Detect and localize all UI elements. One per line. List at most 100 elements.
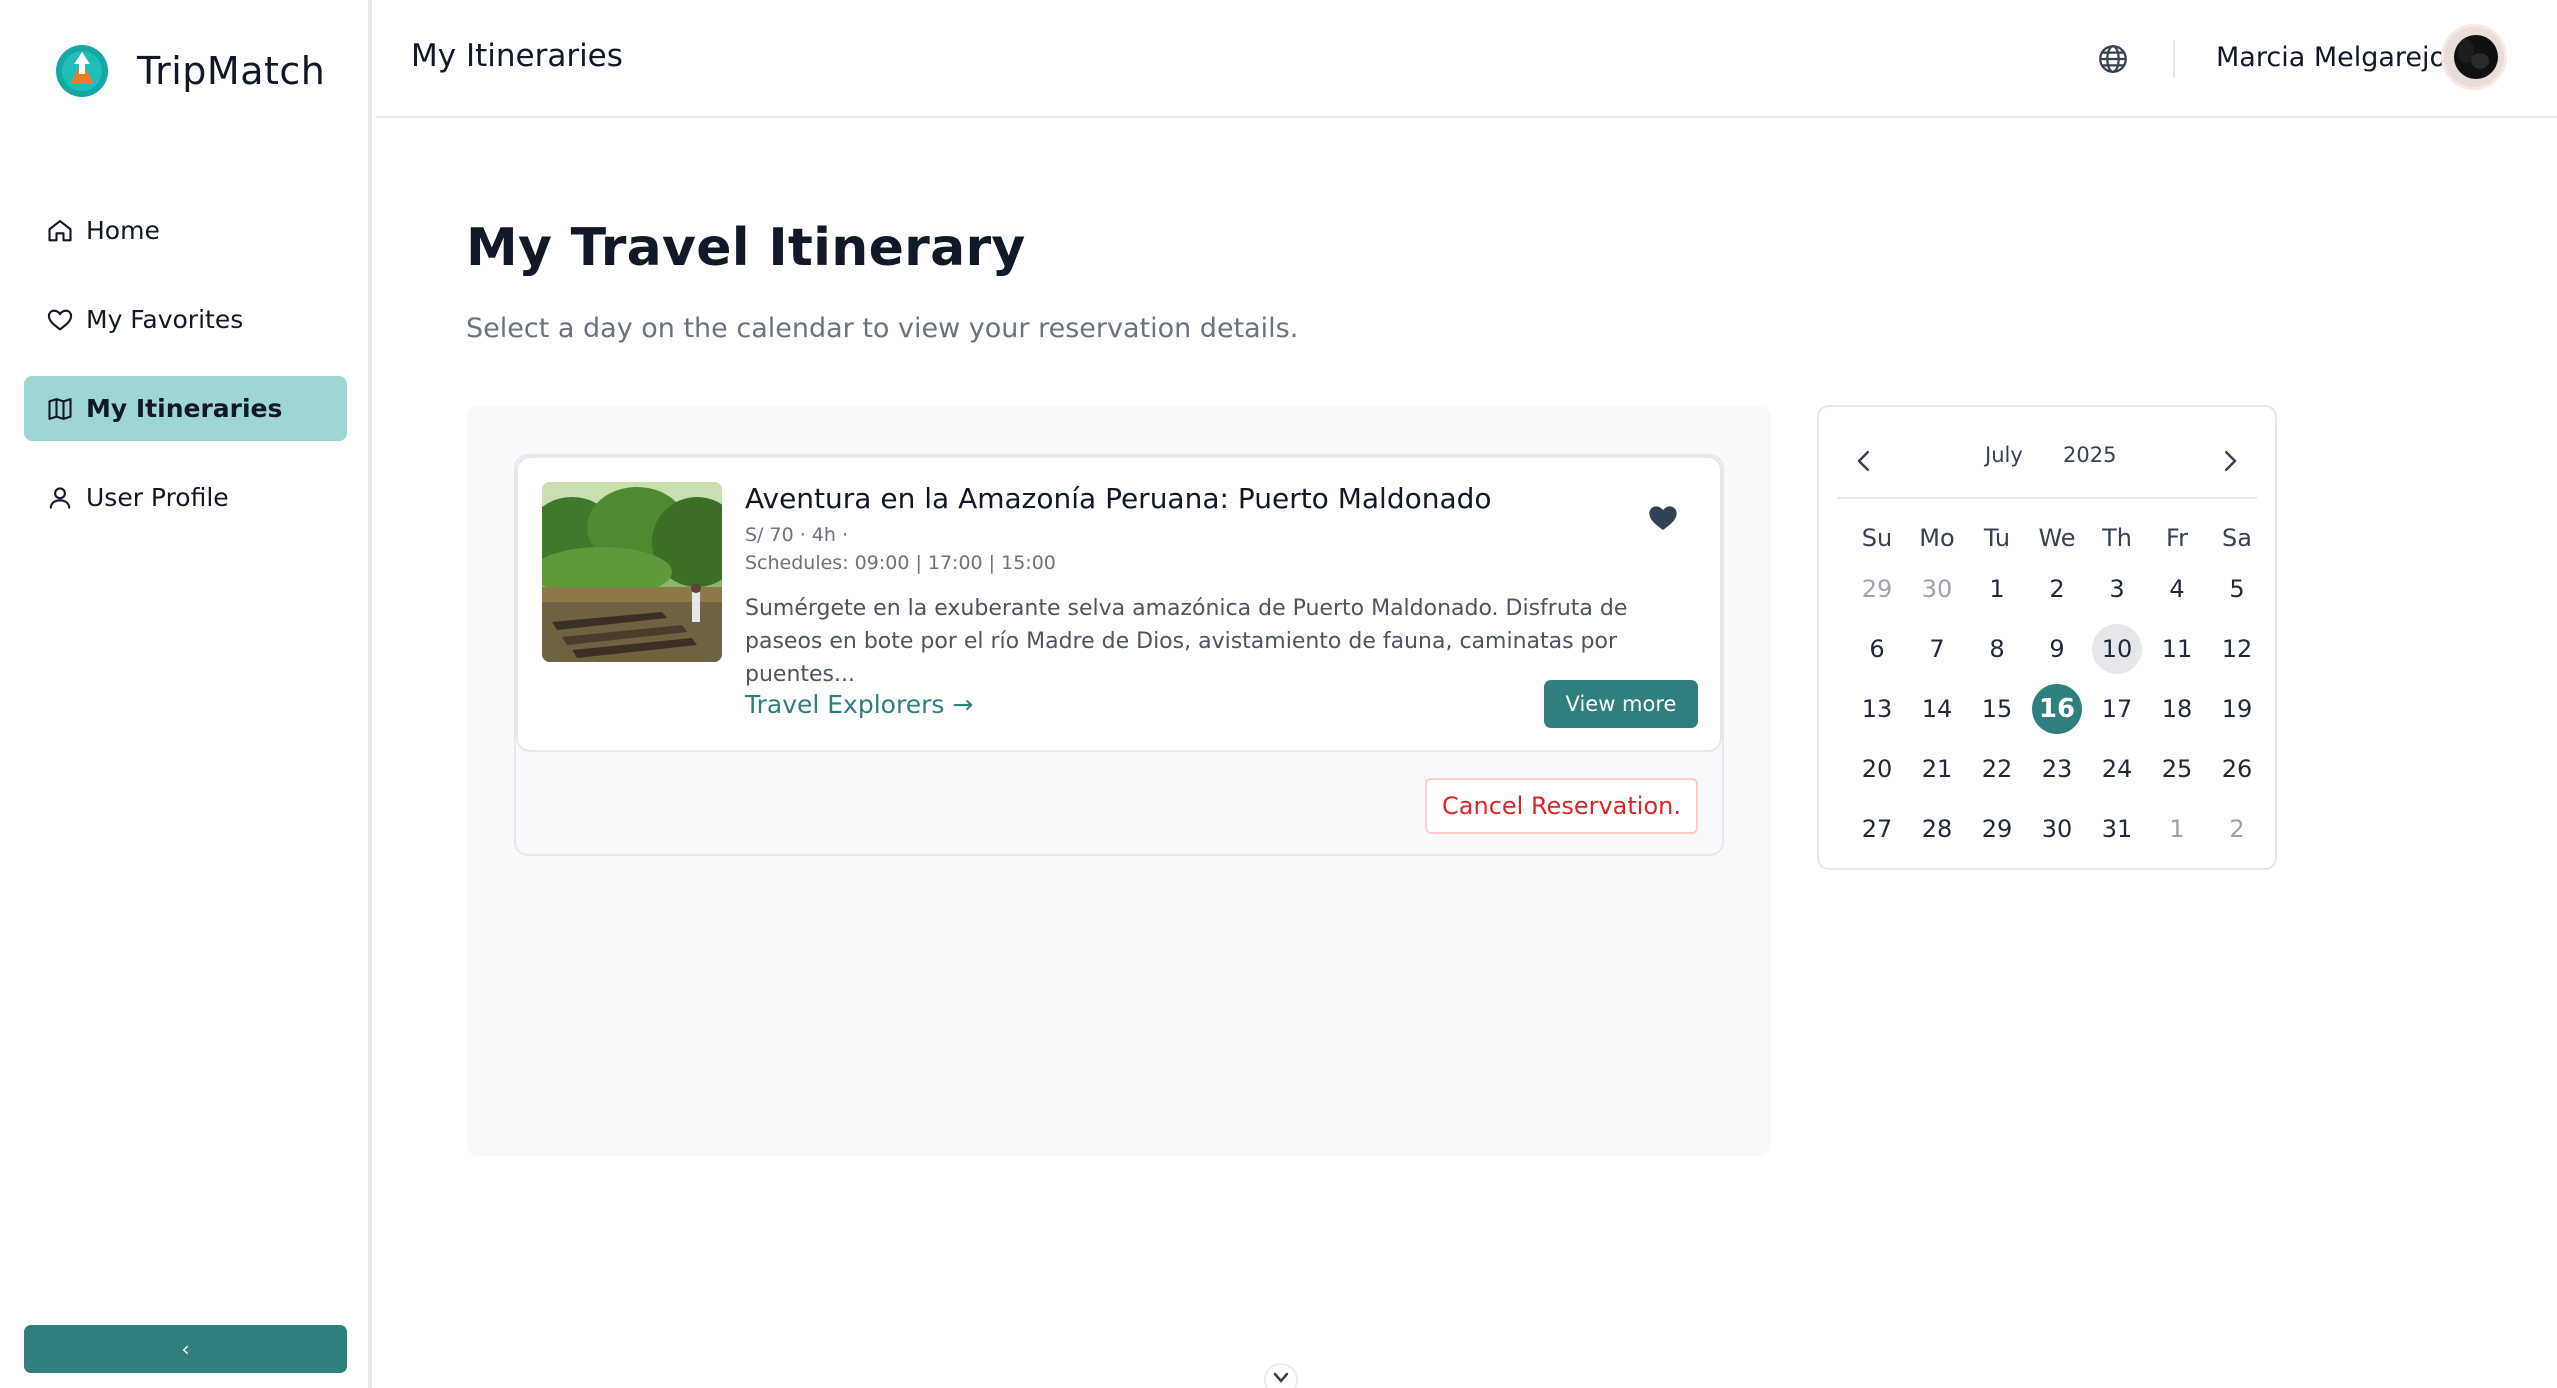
calendar-day[interactable]: 1 (2147, 799, 2207, 859)
calendar-day[interactable]: 10 (2087, 619, 2147, 679)
app-name: TripMatch (137, 49, 326, 93)
calendar-day[interactable]: 22 (1967, 739, 2027, 799)
calendar-day-number: 16 (2032, 684, 2082, 734)
calendar-day-number: 19 (2221, 695, 2253, 723)
calendar-day[interactable]: 19 (2207, 679, 2267, 739)
sidebar-nav: Home My Favorites My Itineraries User Pr… (24, 198, 347, 554)
calendar-day[interactable]: 9 (2027, 619, 2087, 679)
calendar-day-number: 10 (2092, 624, 2142, 674)
calendar-day-number: 5 (2229, 575, 2245, 603)
calendar-day[interactable]: 17 (2087, 679, 2147, 739)
calendar-day[interactable]: 26 (2207, 739, 2267, 799)
jungle-river-illustration (542, 482, 722, 662)
calendar-day[interactable]: 4 (2147, 559, 2207, 619)
calendar-day[interactable]: 30 (1907, 559, 1967, 619)
logo-icon (56, 45, 108, 97)
weekday-header: Tu (1983, 524, 2011, 552)
tour-title[interactable]: Aventura en la Amazonía Peruana: Puerto … (745, 482, 1492, 515)
calendar-day[interactable]: 18 (2147, 679, 2207, 739)
calendar-day-number: 14 (1921, 695, 1953, 723)
calendar-day-number: 18 (2161, 695, 2193, 723)
calendar-day-number: 20 (1861, 755, 1893, 783)
calendar-day[interactable]: 2 (2207, 799, 2267, 859)
heart-icon (47, 309, 73, 330)
calendar-day[interactable]: 1 (1967, 559, 2027, 619)
calendar-day[interactable]: 6 (1847, 619, 1907, 679)
avatar-image (2444, 27, 2504, 87)
calendar-day[interactable]: 30 (2027, 799, 2087, 859)
sidebar-item-profile[interactable]: User Profile (24, 465, 347, 530)
tour-meta: S/ 70 · 4h · (745, 524, 849, 546)
user-name[interactable]: Marcia Melgarejo (2216, 42, 2446, 73)
avatar[interactable] (2441, 24, 2507, 90)
page-subtitle: Select a day on the calendar to view you… (466, 313, 1299, 344)
brand[interactable]: TripMatch (55, 44, 325, 98)
calendar-month[interactable]: July (1985, 443, 2023, 467)
header-divider (2173, 40, 2175, 78)
sidebar-item-label: User Profile (86, 483, 229, 512)
calendar-day[interactable]: 29 (1847, 559, 1907, 619)
calendar-day-number: 22 (1981, 755, 2013, 783)
calendar-day-number: 29 (1981, 815, 2013, 843)
calendar-day[interactable]: 8 (1967, 619, 2027, 679)
calendar-year[interactable]: 2025 (2063, 443, 2116, 467)
calendar-day[interactable]: 11 (2147, 619, 2207, 679)
cancel-reservation-button[interactable]: Cancel Reservation. (1425, 778, 1698, 834)
sidebar-item-favorites[interactable]: My Favorites (24, 287, 347, 352)
calendar-day[interactable]: 29 (1967, 799, 2027, 859)
weekday-header: Su (1861, 524, 1893, 552)
calendar-day-number: 3 (2109, 575, 2125, 603)
calendar-day-number: 30 (1921, 575, 1953, 603)
tour-description: Sumérgete en la exuberante selva amazóni… (745, 596, 1628, 687)
calendar-day[interactable]: 15 (1967, 679, 2027, 739)
calendar-day-number: 6 (1869, 635, 1885, 663)
calendar-day-number: 1 (1989, 575, 2005, 603)
tour-card: Aventura en la Amazonía Peruana: Puerto … (516, 456, 1722, 752)
calendar-day[interactable]: 28 (1907, 799, 1967, 859)
calendar-day[interactable]: 13 (1847, 679, 1907, 739)
calendar-day[interactable]: 2 (2027, 559, 2087, 619)
tour-schedules: Schedules: 09:00 | 17:00 | 15:00 (745, 552, 1056, 574)
calendar-day[interactable]: 12 (2207, 619, 2267, 679)
collapse-sidebar-button[interactable]: ‹ (24, 1325, 347, 1373)
calendar-day[interactable]: 7 (1907, 619, 1967, 679)
sidebar-item-itineraries[interactable]: My Itineraries (24, 376, 347, 441)
reservation-item: Aventura en la Amazonía Peruana: Puerto … (514, 454, 1724, 856)
sidebar-item-label: My Favorites (86, 305, 244, 334)
calendar-day[interactable]: 21 (1907, 739, 1967, 799)
calendar-divider (1837, 497, 2257, 499)
chevron-left-icon[interactable] (1849, 443, 1879, 479)
calendar-day-number: 31 (2101, 815, 2133, 843)
sidebar-item-label: Home (86, 216, 160, 245)
calendar-day-number: 9 (2049, 635, 2065, 663)
calendar-day-number: 25 (2161, 755, 2193, 783)
calendar-day[interactable]: 23 (2027, 739, 2087, 799)
calendar-day[interactable]: 3 (2087, 559, 2147, 619)
view-more-button[interactable]: View more (1544, 680, 1698, 728)
agency-link[interactable]: Travel Explorers → (745, 690, 973, 719)
calendar-day-number: 11 (2161, 635, 2193, 663)
calendar-day[interactable]: 5 (2207, 559, 2267, 619)
sidebar-item-home[interactable]: Home (24, 198, 347, 263)
calendar-day-number: 13 (1861, 695, 1893, 723)
calendar-day-selected[interactable]: 16 (2027, 679, 2087, 739)
calendar-day[interactable]: 24 (2087, 739, 2147, 799)
calendar-day-number: 24 (2101, 755, 2133, 783)
chevron-left-icon: ‹ (181, 1337, 190, 1361)
chevron-right-icon[interactable] (2215, 443, 2245, 479)
calendar-day[interactable]: 20 (1847, 739, 1907, 799)
calendar-day[interactable]: 25 (2147, 739, 2207, 799)
chevron-down-icon[interactable] (1263, 1362, 1299, 1388)
heart-icon[interactable] (1646, 502, 1680, 532)
calendar-day-number: 8 (1989, 635, 2005, 663)
weekday-header: We (2038, 524, 2076, 552)
calendar-day-number: 26 (2221, 755, 2253, 783)
weekday-header: Mo (1919, 524, 1955, 552)
top-header: My Itineraries Marcia Melgarejo (376, 0, 2557, 118)
globe-icon[interactable] (2096, 42, 2130, 76)
calendar-day[interactable]: 31 (2087, 799, 2147, 859)
calendar-day-number: 7 (1929, 635, 1945, 663)
calendar-day[interactable]: 27 (1847, 799, 1907, 859)
calendar-day[interactable]: 14 (1907, 679, 1967, 739)
calendar-day-number: 27 (1861, 815, 1893, 843)
